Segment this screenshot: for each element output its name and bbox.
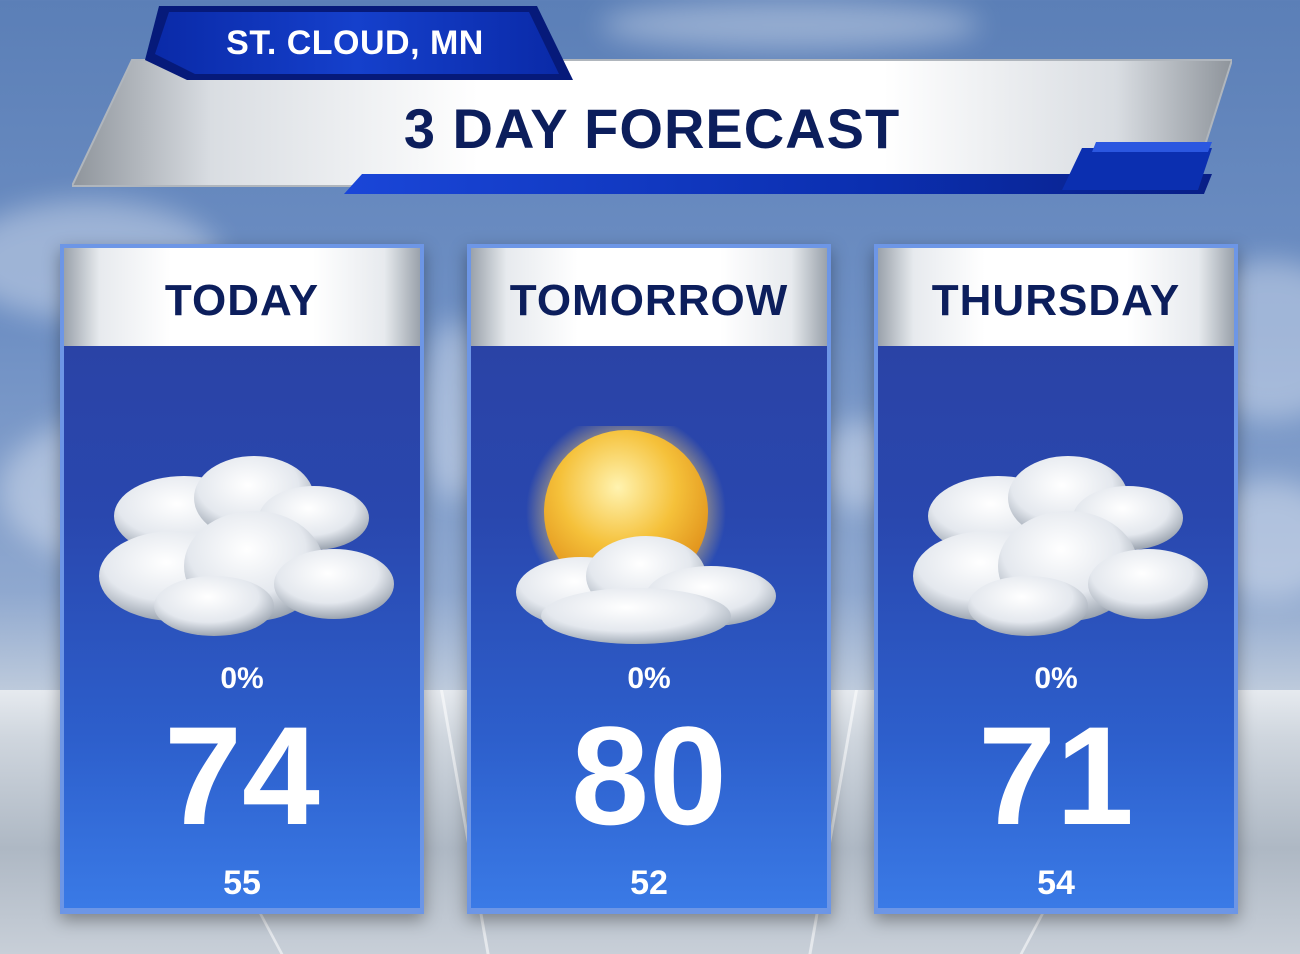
day-label: THURSDAY [931, 276, 1181, 325]
card-header: TODAY [64, 248, 420, 346]
card-header: TOMORROW [471, 248, 827, 346]
day-label: TOMORROW [509, 276, 789, 325]
precip-chance: 0% [1034, 662, 1078, 695]
card-body: 0% 71 54 [878, 346, 1234, 908]
precip-chance: 0% [627, 662, 671, 695]
cloudy-icon [878, 426, 1234, 666]
card-body: 0% 74 55 [64, 346, 420, 908]
forecast-card-thursday: THURSDAY 0% 71 54 [874, 244, 1238, 914]
partly-sunny-icon [471, 412, 827, 666]
high-temp: 80 [571, 697, 727, 854]
day-label: TODAY [164, 276, 320, 325]
location-tab: ST. CLOUD, MN [145, 6, 573, 80]
card-body: 0% 80 52 [471, 346, 827, 908]
low-temp: 54 [1037, 864, 1075, 902]
card-header: THURSDAY [878, 248, 1234, 346]
page-title: 3 DAY FORECAST [403, 97, 901, 160]
forecast-card-today: TODAY 0% 74 55 [60, 244, 424, 914]
low-temp: 55 [223, 864, 261, 902]
forecast-card-tomorrow: TOMORROW 0% 80 52 [467, 244, 831, 914]
precip-chance: 0% [220, 662, 264, 695]
low-temp: 52 [630, 864, 668, 902]
high-temp: 71 [978, 697, 1134, 854]
cloudy-icon [64, 426, 420, 666]
high-temp: 74 [164, 697, 320, 854]
location-label: ST. CLOUD, MN [226, 24, 484, 62]
